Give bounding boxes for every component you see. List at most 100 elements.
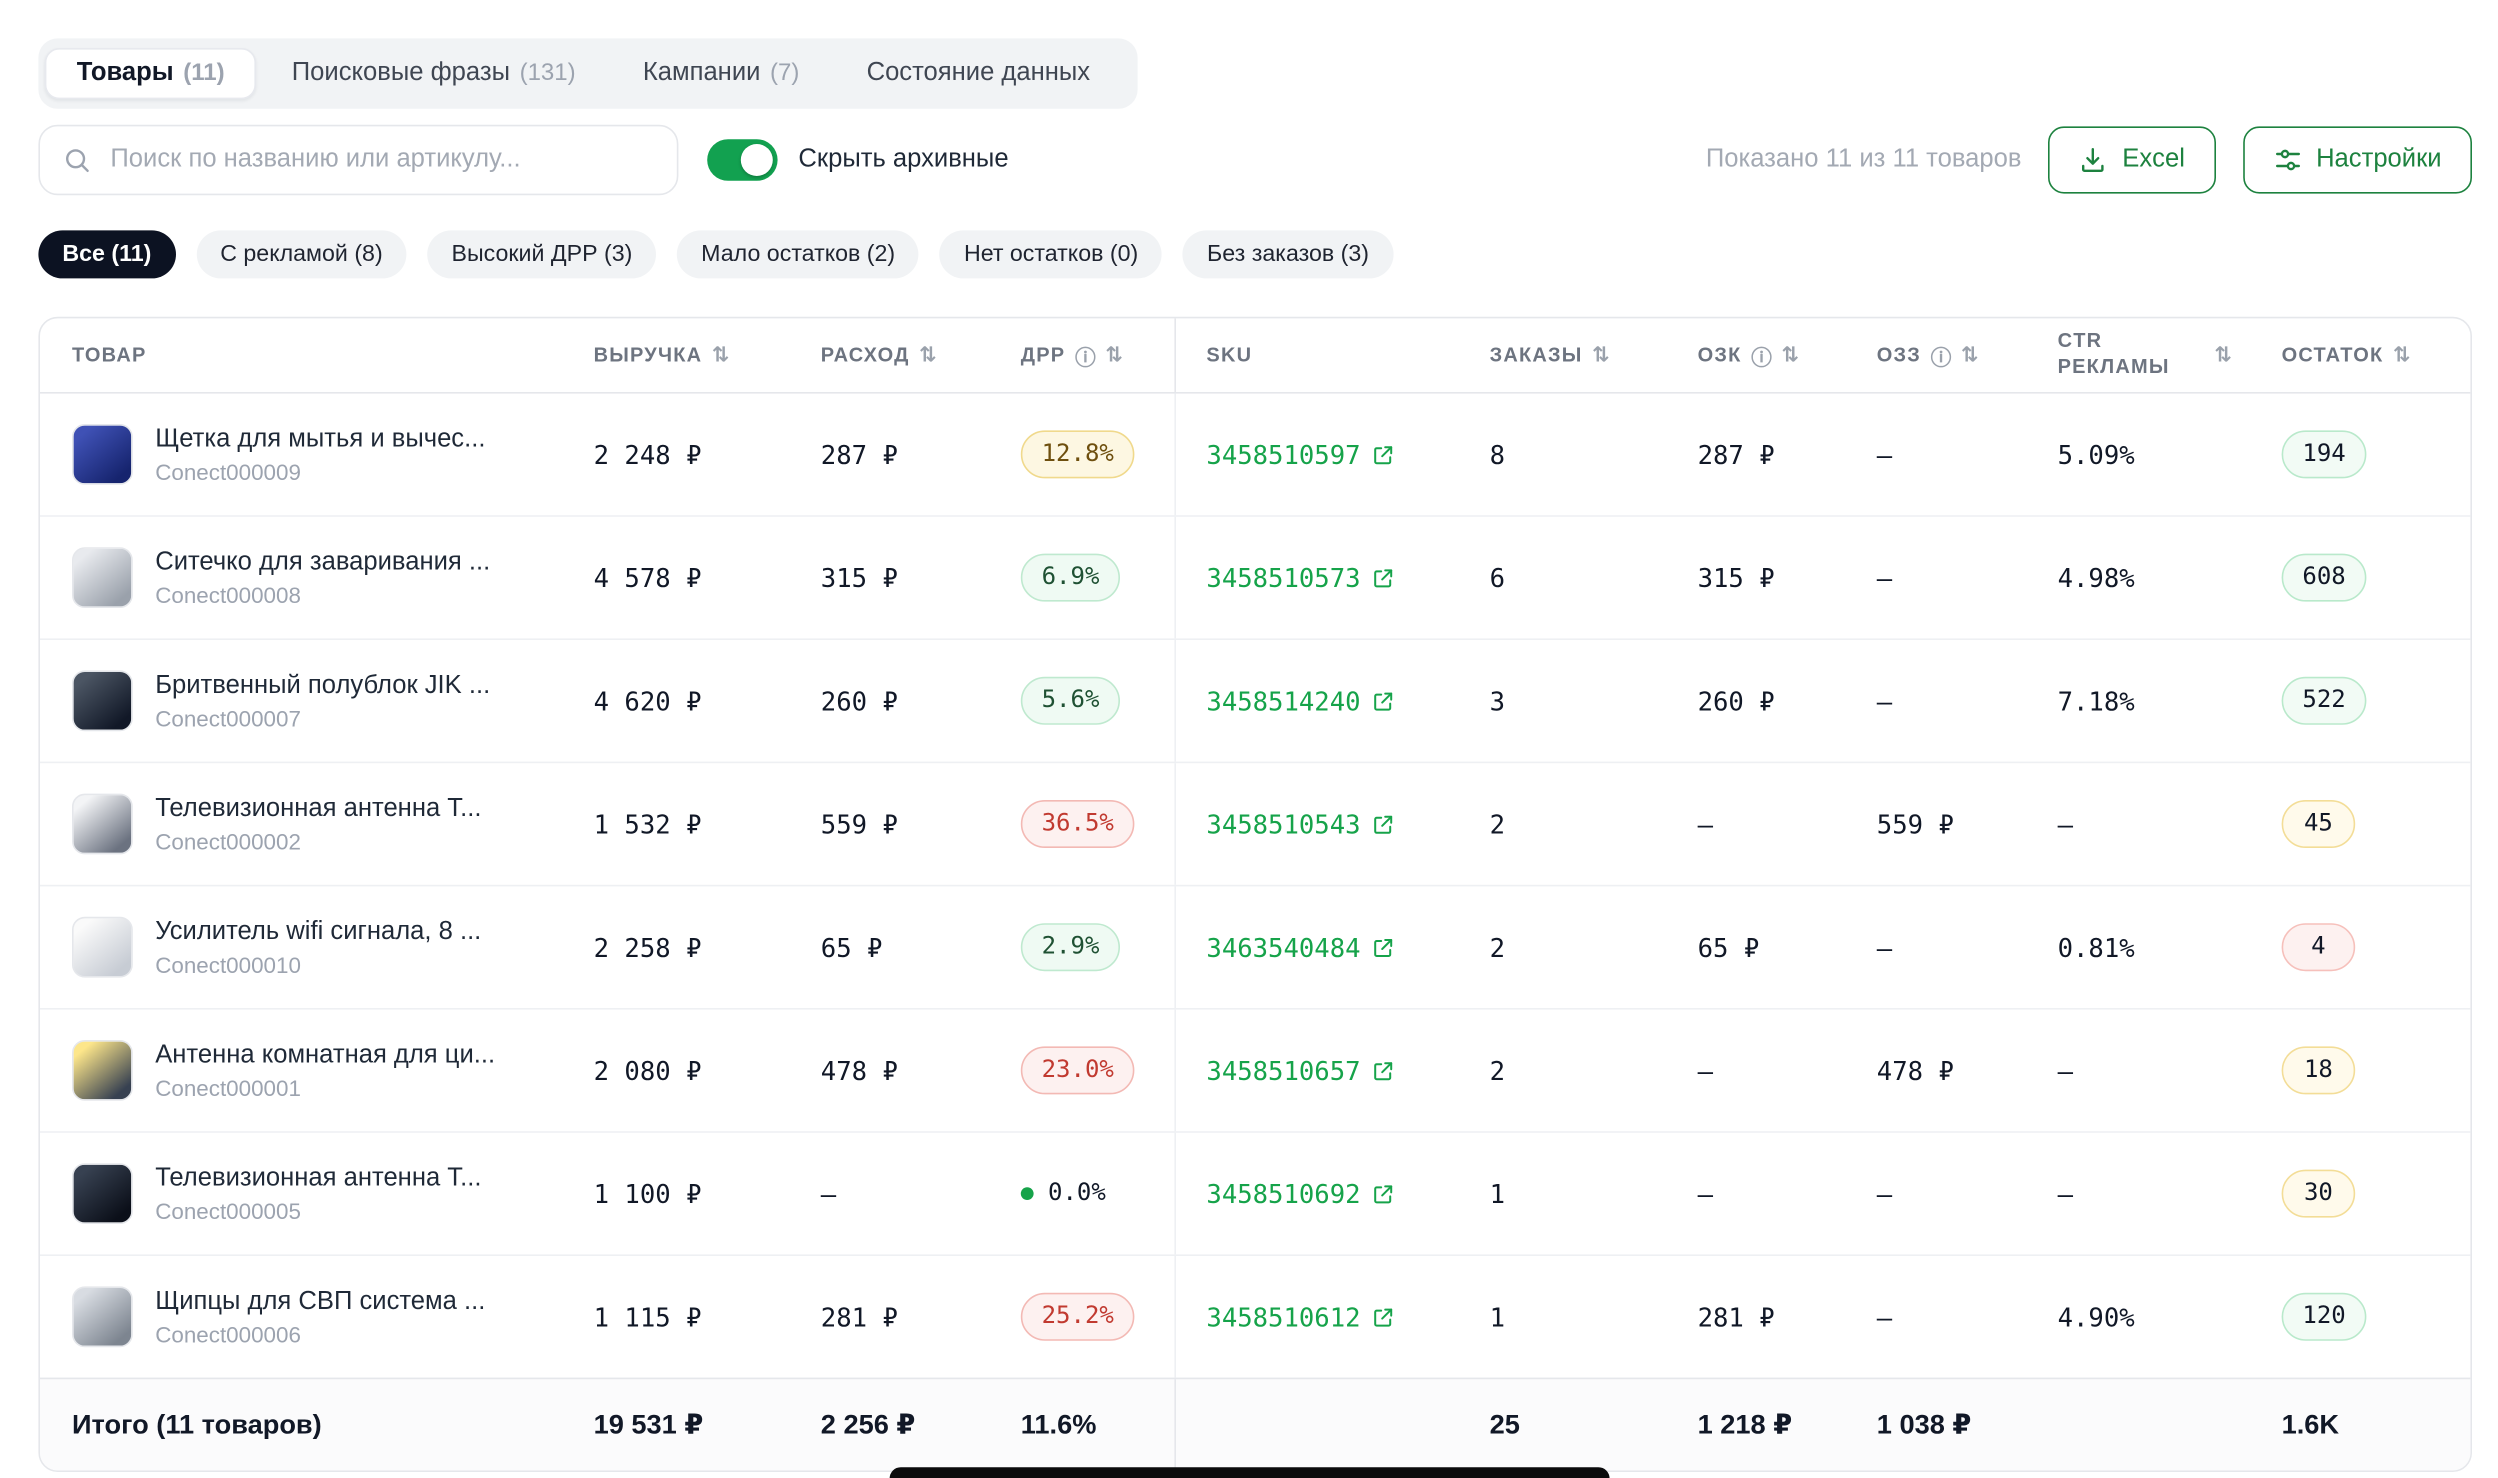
ctr-value: –: [2058, 763, 2282, 885]
drr-cell: 0.0%: [1021, 1133, 1175, 1255]
sku-link[interactable]: 3458510597: [1206, 439, 1395, 469]
stock-cell: 608: [2282, 517, 2471, 639]
info-icon[interactable]: ⓘ: [1931, 340, 1952, 370]
drr-badge: 5.6%: [1021, 677, 1120, 724]
sku-link[interactable]: 3458510657: [1206, 1055, 1395, 1085]
revenue-value: 4 620 ₽: [594, 640, 821, 762]
ozz-value: –: [1877, 886, 2058, 1008]
product-cell: Телевизионная антенна Т... Conect000002: [40, 763, 594, 885]
sort-icon[interactable]: ⇅: [1782, 343, 1799, 367]
settings-button-label: Настройки: [2316, 146, 2442, 175]
stock-cell: 18: [2282, 1010, 2471, 1132]
sku-number: 3458510657: [1206, 1055, 1360, 1085]
sku-link[interactable]: 3463540484: [1206, 932, 1395, 962]
ozz-value: –: [1877, 640, 2058, 762]
table-row[interactable]: Ситечко для заваривания ... Conect000008…: [40, 515, 2470, 638]
product-thumbnail: [72, 1286, 133, 1347]
column-header[interactable]: ЗАКАЗЫ ⓘ ⇅: [1490, 318, 1698, 392]
drr-cell: 5.6%: [1021, 640, 1175, 762]
column-header-label: ТОВАР: [72, 344, 147, 366]
column-header-label: ОЗЗ: [1877, 344, 1921, 366]
footer-sku-cell: [1174, 1379, 1489, 1470]
table-row[interactable]: Телевизионная антенна Т... Conect000002 …: [40, 762, 2470, 885]
drr-badge: 2.9%: [1021, 924, 1120, 971]
column-header[interactable]: ОСТАТОК ⓘ ⇅: [2282, 318, 2471, 392]
tab-label: Товары: [77, 59, 174, 88]
column-header[interactable]: РАСХОД ⓘ ⇅: [821, 318, 1021, 392]
filter-chip[interactable]: С рекламой (8): [196, 230, 406, 278]
orders-value: 2: [1490, 1010, 1698, 1132]
sku-cell: 3458510573: [1174, 517, 1489, 639]
info-icon[interactable]: ⓘ: [1751, 340, 1772, 370]
horizontal-scrollbar-thumb[interactable]: [890, 1467, 1610, 1478]
external-link-icon: [1372, 1182, 1396, 1206]
sort-icon[interactable]: ⇅: [1592, 343, 1609, 367]
drr-cell: 2.9%: [1021, 886, 1175, 1008]
sliders-icon: [2273, 146, 2302, 175]
sort-icon[interactable]: ⇅: [712, 343, 729, 367]
filter-chip[interactable]: Высокий ДРР (3): [427, 230, 656, 278]
sku-cell: 3458510543: [1174, 763, 1489, 885]
info-icon[interactable]: ⓘ: [1075, 340, 1096, 370]
tab[interactable]: Товары (11): [45, 48, 257, 99]
spend-value: 65 ₽: [821, 886, 1021, 1008]
hide-archived-control: Скрыть архивные: [707, 139, 1008, 181]
hide-archived-label: Скрыть архивные: [798, 146, 1008, 175]
drr-cell: 25.2%: [1021, 1256, 1175, 1378]
footer-ozz: 1 038 ₽: [1877, 1379, 2058, 1470]
table-row[interactable]: Щипцы для СВП система ... Conect000006 1…: [40, 1254, 2470, 1377]
ctr-value: –: [2058, 1010, 2282, 1132]
sku-link[interactable]: 3458514240: [1206, 686, 1395, 716]
column-header[interactable]: SKU ⓘ ⇅: [1174, 318, 1489, 392]
column-header-label: SKU: [1206, 344, 1252, 366]
spend-value: –: [821, 1133, 1021, 1255]
sku-link[interactable]: 3458510612: [1206, 1302, 1395, 1332]
external-link-icon: [1372, 1058, 1396, 1082]
sort-icon[interactable]: ⇅: [919, 343, 936, 367]
product-title: Антенна комнатная для ци...: [155, 1041, 495, 1070]
sku-number: 3458510573: [1206, 562, 1360, 592]
sort-icon[interactable]: ⇅: [1105, 343, 1122, 367]
column-header[interactable]: CTR РЕКЛАМЫ ⓘ ⇅: [2058, 318, 2282, 392]
table-row[interactable]: Усилитель wifi сигнала, 8 ... Conect0000…: [40, 885, 2470, 1008]
filter-chip[interactable]: Без заказов (3): [1183, 230, 1393, 278]
filter-chip-label: С рекламой (8): [220, 242, 382, 268]
excel-export-button[interactable]: Excel: [2049, 126, 2216, 193]
table-row[interactable]: Телевизионная антенна Т... Conect000005 …: [40, 1131, 2470, 1254]
product-cell: Щетка для мытья и вычес... Conect000009: [40, 394, 594, 516]
table-row[interactable]: Щетка для мытья и вычес... Conect000009 …: [40, 394, 2470, 516]
sort-icon[interactable]: ⇅: [1961, 343, 1978, 367]
hide-archived-toggle[interactable]: [707, 139, 777, 181]
sku-link[interactable]: 3458510573: [1206, 562, 1395, 592]
filter-chip[interactable]: Мало остатков (2): [677, 230, 919, 278]
table-row[interactable]: Бритвенный полублок JIK ... Conect000007…: [40, 638, 2470, 761]
product-text: Щетка для мытья и вычес... Conect000009: [155, 425, 485, 484]
sku-link[interactable]: 3458510692: [1206, 1178, 1395, 1208]
sort-icon[interactable]: ⇅: [2393, 343, 2410, 367]
table-row[interactable]: Антенна комнатная для ци... Conect000001…: [40, 1008, 2470, 1131]
sort-icon[interactable]: ⇅: [2214, 343, 2231, 367]
toolbar: Скрыть архивные Показано 11 из 11 товаро…: [38, 125, 2472, 195]
tab[interactable]: Кампании (7): [611, 48, 832, 99]
filter-chip[interactable]: Все (11): [38, 230, 175, 278]
column-header[interactable]: ОЗК ⓘ ⇅: [1698, 318, 1877, 392]
column-header[interactable]: ТОВАР ⓘ ⇅: [40, 318, 594, 392]
sku-link[interactable]: 3458510543: [1206, 809, 1395, 839]
product-title: Телевизионная антенна Т...: [155, 794, 481, 823]
column-header[interactable]: ДРР ⓘ ⇅: [1021, 318, 1175, 392]
tab[interactable]: Поисковые фразы (131): [260, 48, 608, 99]
filter-chip[interactable]: Нет остатков (0): [940, 230, 1162, 278]
table-header: ТОВАР ⓘ ⇅ ВЫРУЧКА ⓘ ⇅ РАСХОД ⓘ ⇅ ДРР ⓘ ⇅…: [40, 318, 2470, 393]
column-header[interactable]: ОЗЗ ⓘ ⇅: [1877, 318, 2058, 392]
ctr-value: 5.09%: [2058, 394, 2282, 516]
product-article: Conect000010: [155, 951, 481, 977]
sku-number: 3458510612: [1206, 1302, 1360, 1332]
spend-value: 478 ₽: [821, 1010, 1021, 1132]
tab[interactable]: Состояние данных: [835, 48, 1132, 99]
product-thumbnail: [72, 670, 133, 731]
external-link-icon: [1372, 689, 1396, 713]
stock-cell: 45: [2282, 763, 2471, 885]
settings-button[interactable]: Настройки: [2242, 126, 2472, 193]
column-header[interactable]: ВЫРУЧКА ⓘ ⇅: [594, 318, 821, 392]
search-input[interactable]: [38, 125, 678, 195]
